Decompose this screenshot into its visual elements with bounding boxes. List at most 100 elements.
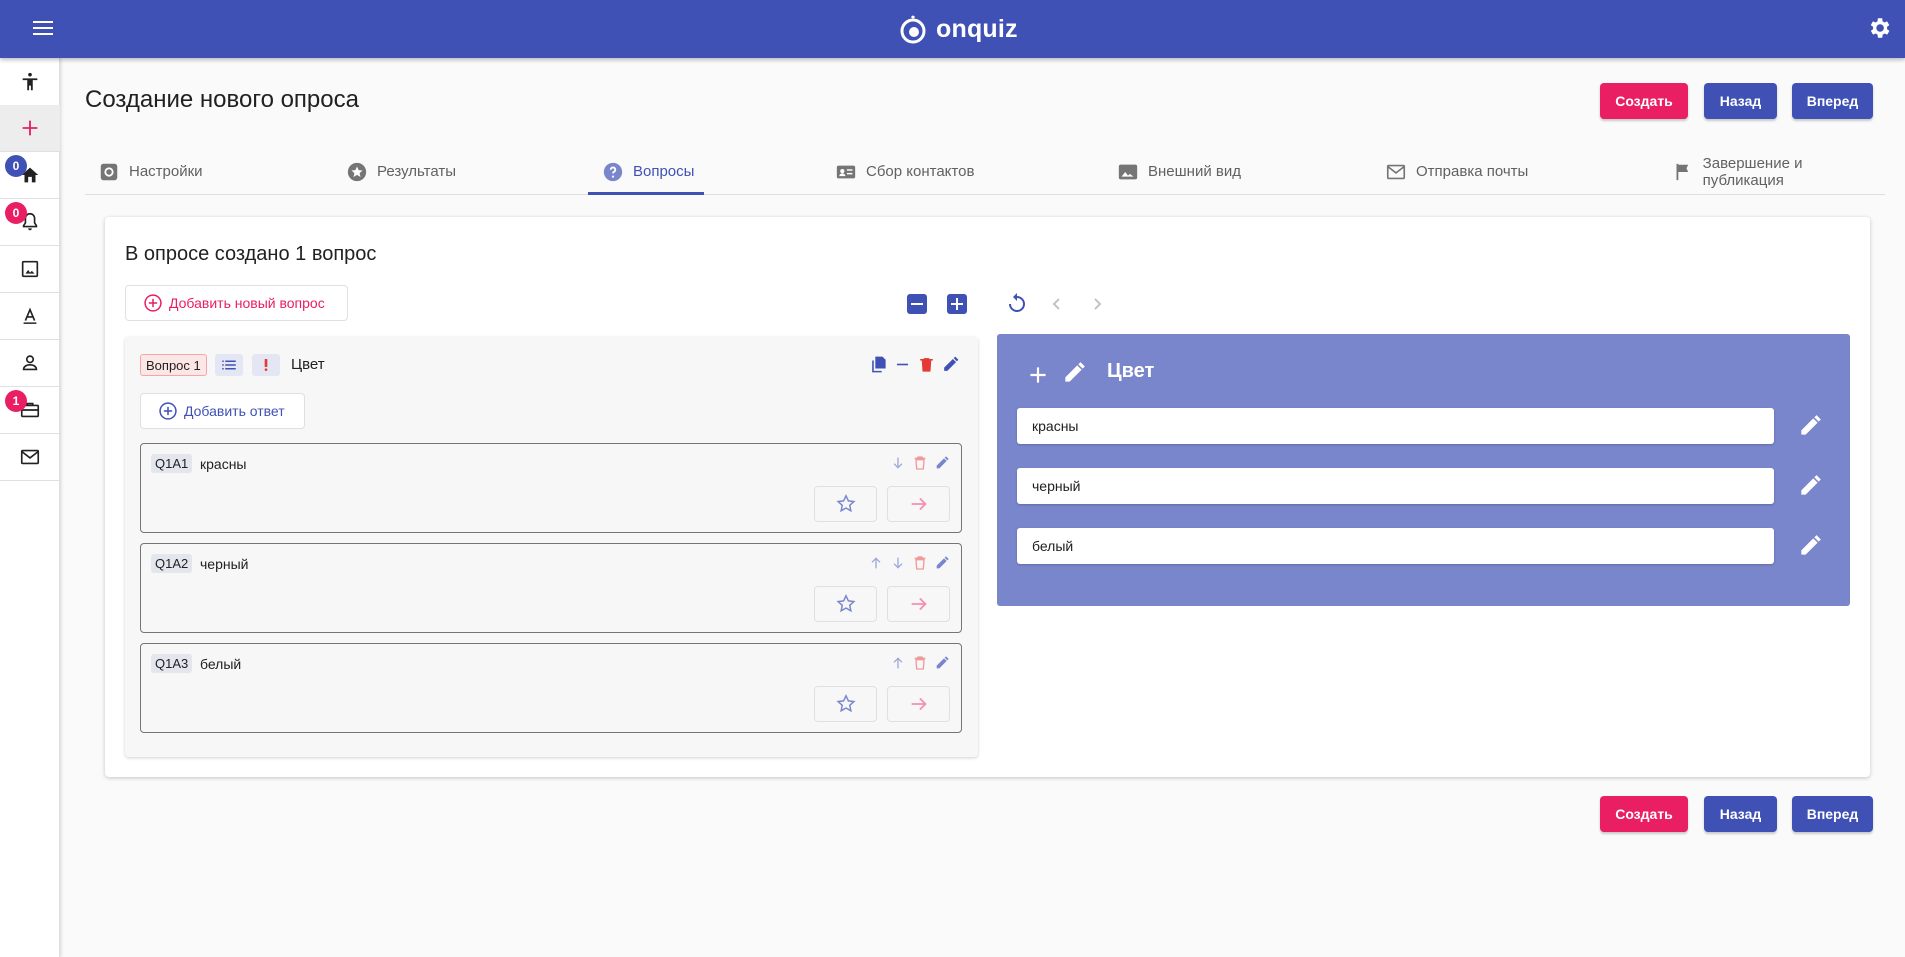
question-preview: Цвет красны черный белый (997, 334, 1850, 606)
forward-button-top[interactable]: Вперед (1792, 83, 1873, 119)
delete-answer-icon[interactable] (912, 555, 928, 571)
answer-code: Q1A3 (151, 654, 193, 673)
edit-answer-icon[interactable] (934, 555, 950, 571)
tab-publish-label: Завершение и публикация (1702, 154, 1803, 189)
tab-contacts-label: Сбор контактов (866, 163, 975, 180)
image-icon (21, 260, 39, 278)
answer-code: Q1A1 (151, 454, 193, 473)
delete-answer-icon[interactable] (912, 455, 928, 471)
copy-icon[interactable] (869, 355, 888, 374)
required-chip[interactable] (252, 354, 280, 376)
arrow-right-icon (911, 497, 927, 511)
settings-icon (100, 163, 118, 180)
tab-publish[interactable]: Завершение и публикация (1672, 148, 1885, 195)
sidebar-item-fonts[interactable] (0, 293, 60, 340)
chevron-left-icon[interactable] (1045, 292, 1069, 316)
pencil-icon[interactable] (1061, 360, 1087, 386)
answer-code: Q1A2 (151, 554, 193, 573)
menu-icon[interactable] (30, 17, 56, 41)
question-title: Цвет (291, 356, 325, 373)
edit-answer-icon[interactable] (934, 655, 950, 671)
arrow-right-icon (911, 697, 927, 711)
tab-results[interactable]: Результаты (346, 148, 456, 195)
preview-option[interactable]: красны (1017, 408, 1774, 444)
edit-question-icon[interactable] (941, 355, 960, 374)
expand-all-button[interactable] (947, 294, 967, 314)
question-number-chip: Вопрос 1 (140, 354, 207, 376)
star-outline-icon (835, 494, 856, 513)
sidebar-item-home[interactable]: 0 (0, 152, 60, 199)
answer-jump-button[interactable] (887, 686, 950, 722)
edit-option-icon[interactable] (1797, 413, 1823, 439)
logo-icon (900, 15, 926, 44)
question-panel: Вопрос 1 Цвет Добавить ответ Q1A1 красны (125, 337, 978, 757)
arrow-up-icon[interactable] (890, 655, 906, 671)
sidebar-item-notifications[interactable]: 0 (0, 199, 60, 246)
active-tab-indicator (588, 192, 704, 195)
tab-settings[interactable]: Настройки (98, 148, 203, 195)
arrow-down-icon[interactable] (890, 455, 906, 471)
star-outline-icon (835, 594, 856, 613)
help-circle-icon (603, 162, 623, 181)
forward-button-bottom[interactable]: Вперед (1792, 796, 1873, 832)
sidebar-item-mail[interactable] (0, 434, 60, 481)
sidebar-item-briefcase[interactable]: 1 (0, 387, 60, 434)
collapse-all-button[interactable] (907, 294, 927, 314)
chevron-right-icon[interactable] (1085, 292, 1109, 316)
add-question-button[interactable]: Добавить новый вопрос (125, 285, 348, 321)
settings-gear-icon[interactable] (1866, 15, 1892, 41)
back-button-bottom[interactable]: Назад (1704, 796, 1777, 832)
questions-count-title: В опросе создано 1 вопрос (125, 243, 377, 265)
sidebar-item-accessibility[interactable] (0, 58, 60, 105)
add-answer-button[interactable]: Добавить ответ (140, 393, 305, 429)
add-question-label: Добавить новый вопрос (169, 295, 325, 311)
arrow-down-icon[interactable] (890, 555, 906, 571)
tab-settings-label: Настройки (129, 163, 203, 180)
top-app-bar: onquiz (0, 0, 1905, 58)
edit-option-icon[interactable] (1797, 533, 1823, 559)
tab-bar: Настройки Результаты Вопросы Сбор контак… (85, 148, 1885, 195)
flag-icon (1676, 163, 1689, 180)
create-button-bottom[interactable]: Создать (1600, 796, 1688, 832)
favorite-answer-button[interactable] (814, 486, 877, 522)
create-button-top[interactable]: Создать (1600, 83, 1688, 119)
sidebar: 0 0 1 (0, 58, 60, 957)
tab-mailing[interactable]: Отправка почты (1385, 148, 1528, 195)
tab-questions[interactable]: Вопросы (602, 148, 694, 195)
sidebar-item-profile[interactable] (0, 340, 60, 387)
plus-icon[interactable] (1025, 362, 1051, 388)
add-circle-icon (144, 294, 162, 312)
answer-card: Q1A2 черный (140, 543, 962, 633)
delete-answer-icon[interactable] (912, 655, 928, 671)
preview-option[interactable]: белый (1017, 528, 1774, 564)
person-icon (22, 355, 38, 371)
sidebar-item-images[interactable] (0, 246, 60, 293)
tab-appearance[interactable]: Внешний вид (1117, 148, 1241, 195)
arrow-right-icon (911, 597, 927, 611)
back-button-top[interactable]: Назад (1704, 83, 1777, 119)
briefcase-count-badge: 1 (5, 390, 27, 412)
answer-jump-button[interactable] (887, 586, 950, 622)
delete-question-icon[interactable] (917, 355, 936, 374)
edit-answer-icon[interactable] (934, 455, 950, 471)
star-outline-icon (835, 694, 856, 713)
favorite-answer-button[interactable] (814, 686, 877, 722)
tab-contacts[interactable]: Сбор контактов (835, 148, 974, 195)
answer-card: Q1A3 белый (140, 643, 962, 733)
answer-jump-button[interactable] (887, 486, 950, 522)
add-circle-icon (159, 402, 177, 420)
preview-question-title: Цвет (1107, 360, 1155, 382)
accessibility-icon (22, 72, 38, 90)
edit-option-icon[interactable] (1797, 473, 1823, 499)
contact-card-icon (836, 165, 856, 178)
preview-option[interactable]: черный (1017, 468, 1774, 504)
home-count-badge: 0 (5, 155, 27, 177)
refresh-icon[interactable] (1005, 292, 1029, 316)
arrow-up-icon[interactable] (868, 555, 884, 571)
sidebar-item-create[interactable] (0, 105, 60, 152)
app-name: onquiz (936, 14, 1018, 43)
question-type-chip[interactable] (215, 354, 243, 376)
favorite-answer-button[interactable] (814, 586, 877, 622)
app-logo[interactable]: onquiz (898, 13, 1018, 45)
collapse-question-icon[interactable] (893, 355, 912, 374)
